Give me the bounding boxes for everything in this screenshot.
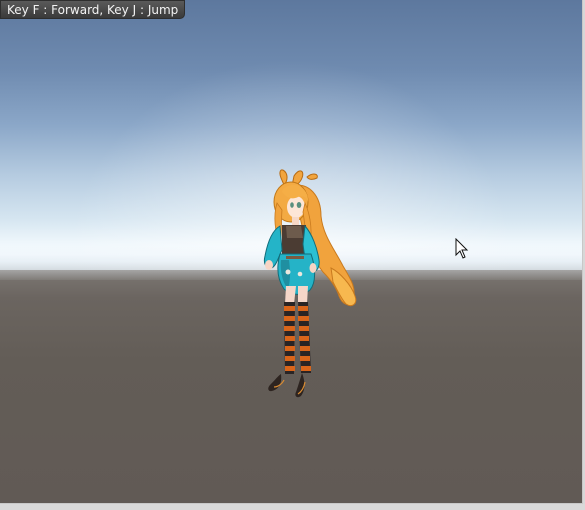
game-viewport[interactable]: Key F : Forward, Key J : Jump [0, 0, 583, 504]
controls-hint-label: Key F : Forward, Key J : Jump [0, 0, 186, 19]
anime-character-model [263, 169, 357, 398]
arrow-cursor-icon [455, 238, 469, 259]
viewport-bottom-border [0, 504, 585, 510]
